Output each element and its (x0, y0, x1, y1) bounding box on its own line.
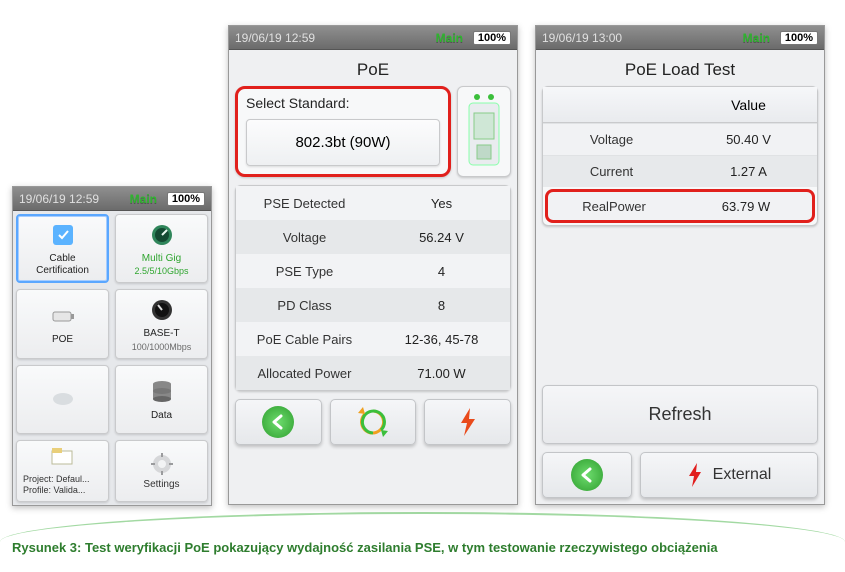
tile-label: BASE-T (143, 328, 179, 340)
status-datetime: 19/06/19 13:00 (542, 31, 622, 45)
refresh-button[interactable] (330, 399, 417, 445)
header-value: Value (680, 87, 817, 122)
tile-label: Project: Defaul... Profile: Valida... (23, 474, 90, 496)
select-standard-panel[interactable]: Select Standard: 802.3bt (90W) (235, 86, 451, 177)
select-standard-label: Select Standard: (246, 95, 440, 111)
gear-icon (150, 452, 174, 476)
tile-settings[interactable]: Settings (115, 440, 208, 502)
device-poe-load-screen: 19/06/19 13:00 Main 100% PoE Load Test V… (535, 25, 825, 505)
battery-indicator: 100% (473, 31, 511, 45)
battery-indicator: 100% (167, 192, 205, 206)
database-icon (148, 378, 176, 406)
back-button[interactable] (235, 399, 322, 445)
status-bar: 19/06/19 13:00 Main 100% (536, 26, 824, 50)
bolt-icon (458, 407, 478, 437)
status-main: Main (436, 31, 463, 45)
table-row: Voltage56.24 V (236, 220, 510, 254)
row-key: Allocated Power (236, 356, 373, 390)
poe-readings-table: PSE DetectedYes Voltage56.24 V PSE Type4… (235, 185, 511, 391)
tile-base-t[interactable]: BASE-T 100/1000Mbps (115, 289, 208, 358)
table-row: PD Class8 (236, 288, 510, 322)
status-main: Main (743, 31, 770, 45)
folder-icon (51, 447, 75, 471)
row-key: Voltage (236, 220, 373, 254)
button-bar (235, 399, 511, 445)
row-key: PoE Cable Pairs (236, 322, 373, 356)
screen-title: PoE (235, 56, 511, 86)
tile-cable-cert[interactable]: Cable Certification (16, 214, 109, 283)
row-value: 1.27 A (680, 156, 817, 187)
status-datetime: 19/06/19 12:59 (235, 31, 315, 45)
external-button[interactable]: External (640, 452, 818, 498)
tile-sub: 2.5/5/10Gbps (134, 266, 188, 276)
row-value: 71.00 W (373, 356, 510, 390)
row-key: PSE Detected (236, 186, 373, 220)
select-standard-value[interactable]: 802.3bt (90W) (246, 119, 440, 166)
tile-blank[interactable] (16, 365, 109, 434)
gauge-icon (148, 221, 176, 249)
tile-label: Multi Gig (142, 253, 181, 265)
plug-icon (49, 302, 77, 330)
row-value: Yes (373, 186, 510, 220)
decorative-curve (0, 512, 845, 542)
menu-footer: Project: Defaul... Profile: Valida... Se… (13, 437, 211, 505)
device-poe-screen: 19/06/19 12:59 Main 100% PoE Select Stan… (228, 25, 518, 505)
table-row: Voltage50.40 V (543, 123, 817, 155)
row-key: Current (543, 156, 680, 187)
tile-data[interactable]: Data (115, 365, 208, 434)
back-button[interactable] (542, 452, 632, 498)
device-illustration (457, 86, 511, 177)
row-value: 56.24 V (373, 220, 510, 254)
external-label: External (713, 466, 772, 484)
row-value: 63.79 W (680, 192, 812, 220)
row-key: PD Class (236, 288, 373, 322)
table-row-realpower: RealPower63.79 W (545, 189, 815, 223)
tile-label: Cable Certification (36, 253, 89, 276)
table-row: PoE Cable Pairs12-36, 45-78 (236, 322, 510, 356)
refresh-icon (358, 407, 388, 437)
load-test-table: Value Voltage50.40 V Current1.27 A RealP… (542, 86, 818, 226)
tile-project-profile[interactable]: Project: Defaul... Profile: Valida... (16, 440, 109, 502)
device-menu-screen: 19/06/19 12:59 Main 100% Cable Certifica… (12, 186, 212, 506)
refresh-big-button[interactable]: Refresh (542, 385, 818, 444)
tile-label: Settings (143, 479, 179, 490)
table-row: Current1.27 A (543, 155, 817, 187)
row-value: 50.40 V (680, 124, 817, 155)
status-bar: 19/06/19 12:59 Main 100% (13, 187, 211, 211)
cable-cert-icon (49, 221, 77, 249)
status-bar: 19/06/19 12:59 Main 100% (229, 26, 517, 50)
row-value: 8 (373, 288, 510, 322)
row-key: PSE Type (236, 254, 373, 288)
bolt-button[interactable] (424, 399, 511, 445)
button-bar: External (542, 452, 818, 498)
tile-poe[interactable]: POE (16, 289, 109, 358)
row-key: Voltage (543, 124, 680, 155)
figure-caption: Rysunek 3: Test weryfikacji PoE pokazują… (12, 540, 825, 555)
tile-label: POE (52, 334, 73, 346)
table-header: Value (543, 87, 817, 123)
gauge-dark-icon (148, 296, 176, 324)
table-row: PSE Type4 (236, 254, 510, 288)
tile-multi-gig[interactable]: Multi Gig 2.5/5/10Gbps (115, 214, 208, 283)
back-icon (262, 406, 294, 438)
status-datetime: 19/06/19 12:59 (19, 192, 99, 206)
table-row: PSE DetectedYes (236, 186, 510, 220)
menu-grid: Cable Certification Multi Gig 2.5/5/10Gb… (13, 211, 211, 437)
back-icon (571, 459, 603, 491)
tile-label: Data (151, 410, 172, 422)
row-key: RealPower (548, 192, 680, 220)
battery-indicator: 100% (780, 31, 818, 45)
screen-title: PoE Load Test (542, 56, 818, 86)
status-main: Main (130, 192, 157, 206)
row-value: 4 (373, 254, 510, 288)
row-value: 12-36, 45-78 (373, 322, 510, 356)
tile-sub: 100/1000Mbps (132, 342, 192, 352)
cloud-icon (49, 383, 77, 411)
table-row: Allocated Power71.00 W (236, 356, 510, 390)
bolt-icon (687, 462, 703, 488)
